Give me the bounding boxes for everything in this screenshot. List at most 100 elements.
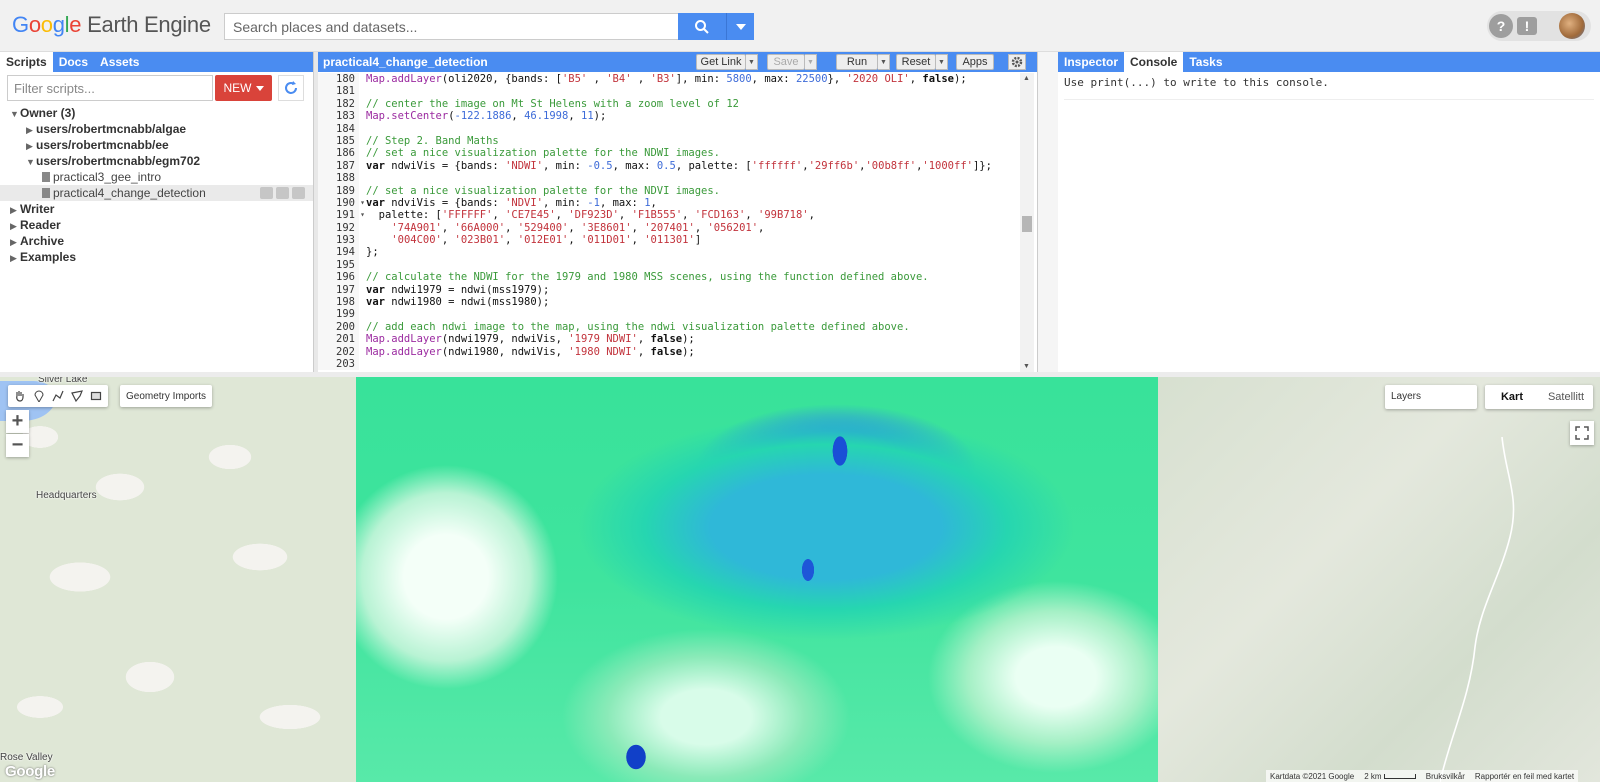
get-link-button[interactable]: Get Link bbox=[696, 54, 746, 70]
search-options-button[interactable] bbox=[726, 13, 754, 40]
get-link-dropdown[interactable]: ▼ bbox=[746, 54, 758, 70]
feedback-icon[interactable]: ! bbox=[1517, 17, 1537, 35]
script-file-item[interactable]: practical3_gee_intro bbox=[0, 169, 313, 185]
code-line[interactable]: 199 bbox=[318, 308, 1018, 321]
run-button[interactable]: Run bbox=[836, 54, 878, 70]
tab-docs[interactable]: Docs bbox=[53, 52, 94, 72]
collapsed-caret-icon[interactable]: ▶ bbox=[10, 250, 20, 266]
script-folder-item[interactable]: ▶ Examples bbox=[0, 249, 313, 265]
code-line[interactable]: 183 Map.setCenter(-122.1886, 46.1998, 11)… bbox=[318, 110, 1018, 123]
script-folder-item[interactable]: ▶ Writer bbox=[0, 201, 313, 217]
collapsed-caret-icon[interactable]: ▶ bbox=[10, 218, 20, 234]
collapsed-caret-icon[interactable]: ▶ bbox=[26, 138, 36, 154]
scroll-up-icon[interactable]: ▲ bbox=[1023, 75, 1030, 82]
code-token: }, bbox=[827, 73, 847, 85]
code-line[interactable]: 189 // set a nice visualization palette f… bbox=[318, 184, 1018, 197]
code-line[interactable]: 197 var ndwi1979 = ndwi(mss1979); bbox=[318, 283, 1018, 297]
search-button[interactable] bbox=[678, 13, 726, 40]
code-line[interactable]: 198 var ndwi1980 = ndwi(mss1980); bbox=[318, 296, 1018, 309]
reset-dropdown[interactable]: ▼ bbox=[936, 54, 948, 70]
zoom-out-button[interactable]: − bbox=[6, 434, 29, 457]
fullscreen-button[interactable] bbox=[1570, 421, 1594, 445]
search-input[interactable] bbox=[224, 13, 678, 40]
save-dropdown[interactable]: ▼ bbox=[805, 54, 817, 70]
rectangle-icon[interactable] bbox=[88, 388, 104, 404]
avatar[interactable] bbox=[1559, 13, 1585, 39]
tab-assets[interactable]: Assets bbox=[94, 52, 145, 72]
report-error-link[interactable]: Rapportér en feil med kartet bbox=[1475, 772, 1574, 781]
code-text: var ndwi1980 = ndwi(mss1980); bbox=[366, 296, 549, 308]
map-label: Rose Valley bbox=[0, 752, 53, 763]
collapsed-caret-icon[interactable]: ▶ bbox=[10, 234, 20, 250]
scroll-down-icon[interactable]: ▼ bbox=[1023, 363, 1030, 370]
script-folder-item[interactable]: ▶ users/robertmcnabb/ee bbox=[0, 137, 313, 153]
expanded-caret-icon[interactable]: ▼ bbox=[26, 154, 36, 170]
refresh-button[interactable] bbox=[278, 75, 304, 101]
map-view[interactable]: Silver Lake Headquarters Rose Valley Geo… bbox=[0, 377, 1600, 782]
collapsed-caret-icon[interactable]: ▶ bbox=[26, 122, 36, 138]
scrollbar-thumb[interactable] bbox=[1022, 216, 1032, 232]
code-line[interactable]: 184 bbox=[318, 122, 1018, 135]
run-dropdown[interactable]: ▼ bbox=[878, 54, 890, 70]
edit-icon[interactable] bbox=[276, 187, 289, 199]
code-line[interactable]: 203 bbox=[318, 357, 1018, 371]
code-line[interactable]: 191 palette: ['FFFFFF', 'CE7E45', 'DF923… bbox=[318, 209, 1018, 222]
code-text: '74A901', '66A000', '529400', '3E8601', … bbox=[366, 222, 764, 234]
code-token: , bbox=[758, 221, 765, 234]
save-button[interactable]: Save bbox=[767, 54, 805, 70]
line-number: 191 bbox=[318, 209, 365, 222]
code-line[interactable]: 188 bbox=[318, 172, 1018, 185]
filter-scripts-input[interactable] bbox=[7, 75, 213, 101]
code-line[interactable]: 190var ndviVis = {bands: 'NDVI', min: -1… bbox=[318, 196, 1018, 210]
terms-link[interactable]: Bruksvilkår bbox=[1426, 772, 1465, 781]
code-line[interactable]: 201 Map.addLayer(ndwi1979, ndwiVis, '1979… bbox=[318, 333, 1018, 346]
code-line[interactable]: 185 // Step 2. Band Maths bbox=[318, 134, 1018, 148]
layers-button[interactable]: Layers bbox=[1385, 385, 1477, 409]
tab-inspector[interactable]: Inspector bbox=[1058, 52, 1124, 72]
expanded-caret-icon[interactable]: ▼ bbox=[10, 106, 20, 122]
apps-button[interactable]: Apps bbox=[956, 54, 994, 70]
editor-scrollbar[interactable]: ▲ ▼ bbox=[1020, 73, 1034, 372]
reset-button[interactable]: Reset bbox=[896, 54, 936, 70]
line-icon[interactable] bbox=[50, 388, 66, 404]
code-line[interactable]: 194}; bbox=[318, 246, 1018, 259]
tab-tasks[interactable]: Tasks bbox=[1183, 52, 1228, 72]
script-file-item[interactable]: practical4_change_detection bbox=[0, 185, 313, 201]
code-line[interactable]: 187 var ndwiVis = {bands: 'NDWI', min: -0… bbox=[318, 159, 1018, 173]
code-area[interactable]: 180 Map.addLayer(oli2020, {bands: ['B5' ,… bbox=[318, 73, 1018, 372]
history-icon[interactable] bbox=[260, 187, 273, 199]
code-line[interactable]: 193 '004C00', '023B01', '012E01', '011D0… bbox=[318, 234, 1018, 247]
delete-icon[interactable] bbox=[292, 187, 305, 199]
collapsed-caret-icon[interactable]: ▶ bbox=[10, 202, 20, 218]
hand-icon[interactable] bbox=[12, 388, 28, 404]
tree-item-label: Archive bbox=[20, 234, 65, 248]
tab-console[interactable]: Console bbox=[1124, 52, 1184, 72]
script-folder-item[interactable]: ▼users/robertmcnabb/egm702 bbox=[0, 153, 313, 169]
tab-scripts[interactable]: Scripts bbox=[0, 52, 53, 72]
code-line[interactable]: 186 // set a nice visualization palette f… bbox=[318, 147, 1018, 160]
code-line[interactable]: 182 // center the image on Mt St Helens w… bbox=[318, 97, 1018, 111]
code-line[interactable]: 181 bbox=[318, 85, 1018, 98]
map-type-satellite[interactable]: Satellitt bbox=[1539, 385, 1593, 409]
code-line[interactable]: 180 Map.addLayer(oli2020, {bands: ['B5' ,… bbox=[318, 73, 1018, 86]
help-icon[interactable]: ? bbox=[1489, 14, 1513, 38]
marker-icon[interactable] bbox=[31, 388, 47, 404]
settings-button[interactable] bbox=[1008, 54, 1026, 70]
polygon-icon[interactable] bbox=[69, 388, 85, 404]
new-button[interactable]: NEW bbox=[215, 75, 272, 101]
earth-engine-logo[interactable]: Google Earth Engine bbox=[12, 12, 211, 38]
script-folder-item[interactable]: ▶ Reader bbox=[0, 217, 313, 233]
geometry-imports-button[interactable]: Geometry Imports bbox=[120, 385, 212, 407]
script-folder-item[interactable]: ▶ Archive bbox=[0, 233, 313, 249]
code-line[interactable]: 196 // calculate the NDWI for the 1979 an… bbox=[318, 271, 1018, 284]
script-folder-item[interactable]: ▼Owner (3) bbox=[0, 105, 313, 121]
map-type-kart[interactable]: Kart bbox=[1485, 385, 1539, 409]
code-line[interactable]: 195 bbox=[318, 258, 1018, 272]
zoom-in-button[interactable]: + bbox=[6, 410, 29, 433]
code-line[interactable]: 192 '74A901', '66A000', '529400', '3E860… bbox=[318, 221, 1018, 235]
script-folder-item[interactable]: ▶ users/robertmcnabb/algae bbox=[0, 121, 313, 137]
code-line[interactable]: 202 Map.addLayer(ndwi1980, ndwiVis, '1980… bbox=[318, 345, 1018, 358]
vertical-splitter-right[interactable] bbox=[1038, 52, 1058, 372]
code-token: ); bbox=[682, 333, 695, 346]
code-line[interactable]: 200 // add each ndwi image to the map, us… bbox=[318, 320, 1018, 334]
